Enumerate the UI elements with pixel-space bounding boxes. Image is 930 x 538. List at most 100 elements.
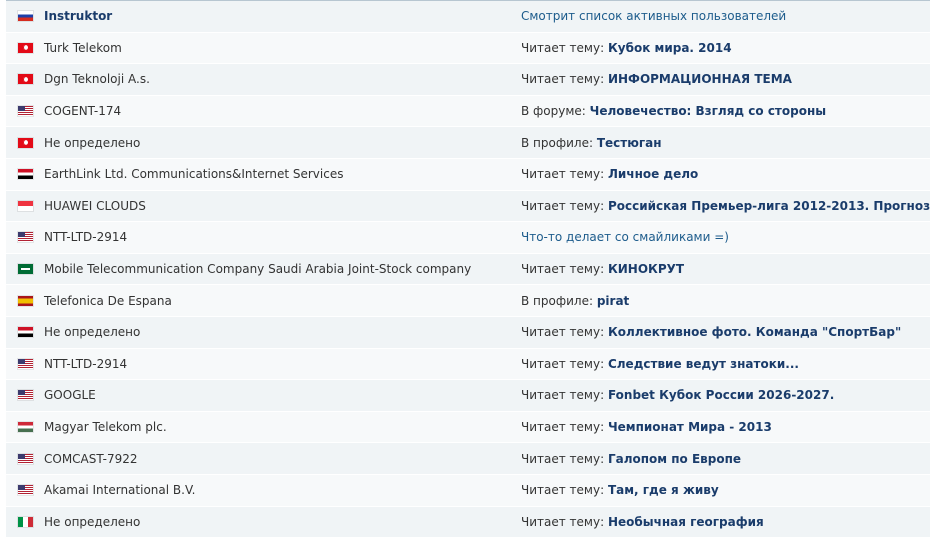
visitor-cell: EarthLink Ltd. Communications&Internet S… bbox=[6, 167, 515, 181]
online-user-row: Не определено Читает тему: Коллективное ф… bbox=[6, 317, 930, 349]
online-user-row: HUAWEI CLOUDS Читает тему: Российская Пре… bbox=[6, 191, 930, 223]
topic-link[interactable]: Коллективное фото. Команда "СпортБар" bbox=[608, 325, 901, 339]
provider-name: NTT-LTD-2914 bbox=[44, 230, 127, 244]
online-user-row: COMCAST-7922 Читает тему: Галопом по Евро… bbox=[6, 443, 930, 475]
provider-name: EarthLink Ltd. Communications&Internet S… bbox=[44, 167, 343, 181]
provider-name: Не определено bbox=[44, 515, 140, 529]
topic-link[interactable]: Следствие ведут знатоки... bbox=[608, 357, 799, 371]
provider-name: Akamai International B.V. bbox=[44, 483, 195, 497]
activity-prefix: Читает тему: bbox=[521, 262, 608, 276]
turkey-flag-icon bbox=[18, 138, 33, 148]
provider-name: Turk Telekom bbox=[44, 41, 122, 55]
provider-name: Dgn Teknoloji A.s. bbox=[44, 72, 150, 86]
visitor-cell: NTT-LTD-2914 bbox=[6, 230, 515, 244]
activity-cell: Читает тему: Кубок мира. 2014 bbox=[515, 41, 930, 55]
username-link[interactable]: Instruktor bbox=[44, 9, 112, 23]
visitor-cell: COMCAST-7922 bbox=[6, 452, 515, 466]
activity-prefix: Читает тему: bbox=[521, 41, 608, 55]
online-user-row: NTT-LTD-2914 Читает тему: Следствие ведут… bbox=[6, 349, 930, 381]
russia-flag-icon bbox=[18, 11, 33, 21]
topic-link[interactable]: Личное дело bbox=[608, 167, 698, 181]
visitor-cell: HUAWEI CLOUDS bbox=[6, 199, 515, 213]
italy-flag-icon bbox=[18, 517, 33, 527]
topic-link[interactable]: ИНФОРМАЦИОННАЯ ТЕМА bbox=[608, 72, 792, 86]
activity-prefix: Читает тему: bbox=[521, 420, 608, 434]
turkey-flag-icon bbox=[18, 43, 33, 53]
topic-link[interactable]: Необычная география bbox=[608, 515, 764, 529]
activity-prefix: Читает тему: bbox=[521, 357, 608, 371]
topic-link[interactable]: Тестюган bbox=[597, 136, 662, 150]
online-user-row: Dgn Teknoloji A.s. Читает тему: ИНФОРМАЦИ… bbox=[6, 64, 930, 96]
activity-prefix: В форуме: bbox=[521, 104, 590, 118]
activity-cell: В форуме: Человечество: Взгляд со сторон… bbox=[515, 104, 930, 118]
activity-cell: Читает тему: Там, где я живу bbox=[515, 483, 930, 497]
visitor-cell: NTT-LTD-2914 bbox=[6, 357, 515, 371]
spain-flag-icon bbox=[18, 296, 33, 306]
visitor-cell: Telefonica De Espana bbox=[6, 294, 515, 308]
visitor-cell: COGENT-174 bbox=[6, 104, 515, 118]
activity-prefix: В профиле: bbox=[521, 136, 597, 150]
visitor-cell: Не определено bbox=[6, 325, 515, 339]
activity-text: Что-то делает со смайликами =) bbox=[521, 230, 729, 244]
usa-flag-icon bbox=[18, 485, 33, 495]
provider-name: HUAWEI CLOUDS bbox=[44, 199, 146, 213]
online-user-row: Mobile Telecommunication Company Saudi A… bbox=[6, 254, 930, 286]
visitor-cell: Dgn Teknoloji A.s. bbox=[6, 72, 515, 86]
visitor-cell: Mobile Telecommunication Company Saudi A… bbox=[6, 262, 515, 276]
provider-name: GOOGLE bbox=[44, 388, 96, 402]
activity-cell: Читает тему: Коллективное фото. Команда … bbox=[515, 325, 930, 339]
online-user-row: NTT-LTD-2914 Что-то делает со смайликами … bbox=[6, 222, 930, 254]
topic-link[interactable]: Кубок мира. 2014 bbox=[608, 41, 732, 55]
activity-cell: Читает тему: Личное дело bbox=[515, 167, 930, 181]
provider-name: Magyar Telekom plc. bbox=[44, 420, 167, 434]
topic-link[interactable]: Чемпионат Мира - 2013 bbox=[608, 420, 772, 434]
usa-flag-icon bbox=[18, 454, 33, 464]
online-user-row: Не определено В профиле: Тестюган bbox=[6, 127, 930, 159]
provider-name: Telefonica De Espana bbox=[44, 294, 172, 308]
online-user-row: COGENT-174 В форуме: Человечество: Взгляд… bbox=[6, 96, 930, 128]
topic-link[interactable]: Там, где я живу bbox=[608, 483, 719, 497]
provider-name: Не определено bbox=[44, 325, 140, 339]
topic-link[interactable]: Галопом по Европе bbox=[608, 452, 741, 466]
topic-link[interactable]: Российская Премьер-лига 2012-2013. Прогн… bbox=[608, 199, 930, 213]
usa-flag-icon bbox=[18, 232, 33, 242]
usa-flag-icon bbox=[18, 106, 33, 116]
visitor-cell: GOOGLE bbox=[6, 388, 515, 402]
online-users-table: Instruktor Смотрит список активных пользо… bbox=[6, 0, 930, 534]
topic-link[interactable]: КИНОКРУТ bbox=[608, 262, 684, 276]
singapore-flag-icon bbox=[18, 201, 33, 211]
activity-cell: Читает тему: Российская Премьер-лига 201… bbox=[515, 199, 930, 213]
topic-link[interactable]: Fonbet Кубок России 2026-2027. bbox=[608, 388, 834, 402]
activity-cell: В профиле: pirat bbox=[515, 294, 930, 308]
visitor-cell: Не определено bbox=[6, 136, 515, 150]
provider-name: Не определено bbox=[44, 136, 140, 150]
egypt-flag-icon bbox=[18, 327, 33, 337]
activity-prefix: Читает тему: bbox=[521, 325, 608, 339]
activity-cell: Читает тему: Необычная география bbox=[515, 515, 930, 529]
topic-link[interactable]: pirat bbox=[597, 294, 629, 308]
hungary-flag-icon bbox=[18, 422, 33, 432]
usa-flag-icon bbox=[18, 390, 33, 400]
online-user-row: Instruktor Смотрит список активных пользо… bbox=[6, 1, 930, 33]
saudi-arabia-flag-icon bbox=[18, 264, 33, 274]
online-user-row: Magyar Telekom plc. Читает тему: Чемпиона… bbox=[6, 412, 930, 444]
topic-link[interactable]: Человечество: Взгляд со стороны bbox=[590, 104, 826, 118]
activity-text: Смотрит список активных пользователей bbox=[521, 9, 786, 23]
online-user-row: GOOGLE Читает тему: Fonbet Кубок России 2… bbox=[6, 380, 930, 412]
activity-cell: Читает тему: Fonbet Кубок России 2026-20… bbox=[515, 388, 930, 402]
visitor-cell: Не определено bbox=[6, 515, 515, 529]
activity-cell: Читает тему: КИНОКРУТ bbox=[515, 262, 930, 276]
activity-prefix: Читает тему: bbox=[521, 388, 608, 402]
online-user-row: EarthLink Ltd. Communications&Internet S… bbox=[6, 159, 930, 191]
provider-name: COMCAST-7922 bbox=[44, 452, 137, 466]
activity-prefix: Читает тему: bbox=[521, 199, 608, 213]
activity-prefix: Читает тему: bbox=[521, 483, 608, 497]
provider-name: COGENT-174 bbox=[44, 104, 121, 118]
activity-prefix: Читает тему: bbox=[521, 72, 608, 86]
online-user-row: Akamai International B.V. Читает тему: Та… bbox=[6, 475, 930, 507]
activity-cell: Читает тему: ИНФОРМАЦИОННАЯ ТЕМА bbox=[515, 72, 930, 86]
activity-cell: Читает тему: Галопом по Европе bbox=[515, 452, 930, 466]
activity-prefix: Читает тему: bbox=[521, 167, 608, 181]
turkey-flag-icon bbox=[18, 74, 33, 84]
visitor-cell: Instruktor bbox=[6, 9, 515, 23]
